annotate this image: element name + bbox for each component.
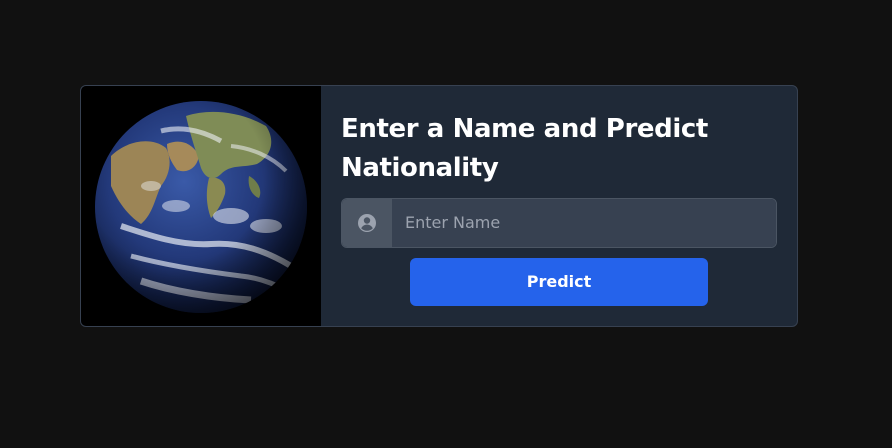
- name-input[interactable]: [392, 199, 776, 247]
- earth-globe-icon: [95, 101, 307, 313]
- earth-image: [81, 86, 321, 326]
- user-circle-icon: [342, 199, 392, 247]
- name-input-group: [341, 198, 777, 248]
- page-title: Enter a Name and Predict Nationality: [341, 114, 708, 183]
- prediction-card: Enter a Name and Predict Nationality Pre…: [80, 85, 798, 327]
- predict-button[interactable]: Predict: [410, 257, 708, 306]
- form-pane: Enter a Name and Predict Nationality Pre…: [321, 86, 797, 326]
